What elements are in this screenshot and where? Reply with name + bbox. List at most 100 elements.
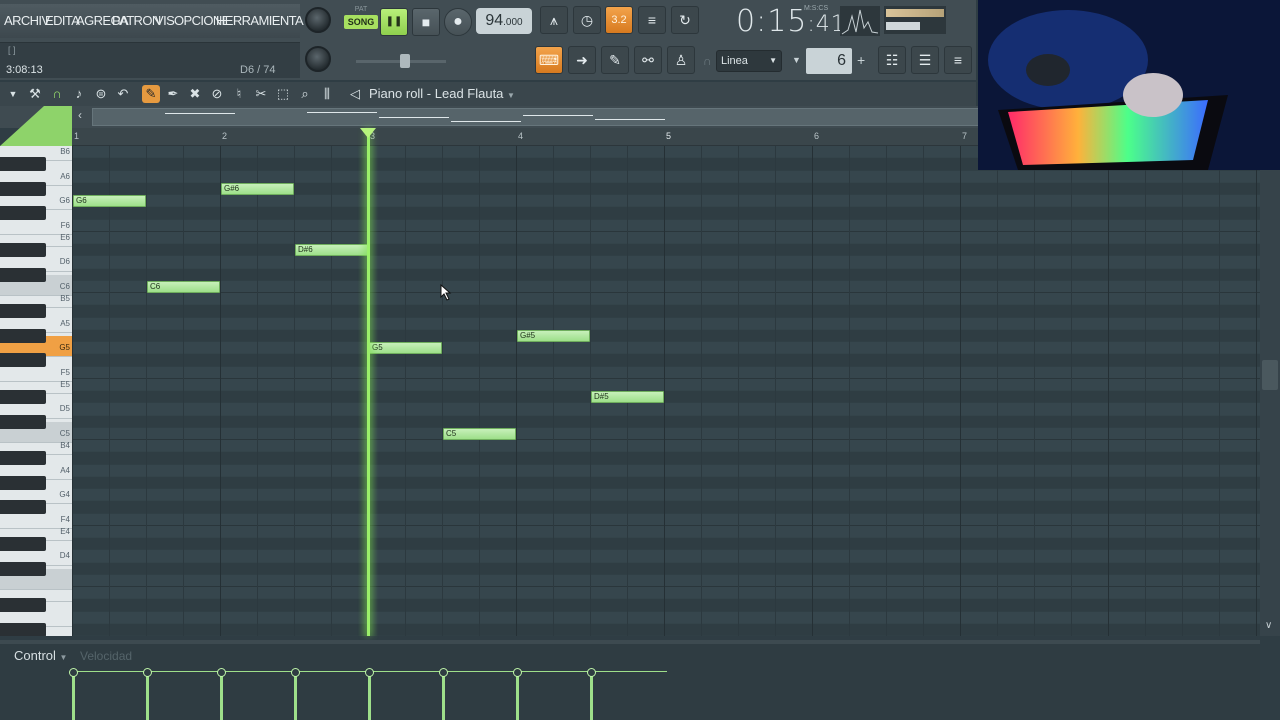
speaker-icon[interactable]: ◁ <box>346 85 364 103</box>
menu-circle-icon[interactable]: ⊜ <box>92 85 110 103</box>
pattern-number-button[interactable]: 3.2 <box>605 6 633 34</box>
playhead-marker[interactable] <box>360 128 376 138</box>
brush-icon[interactable]: ✎ <box>601 46 629 74</box>
velocity-stem[interactable] <box>365 668 374 720</box>
magnet-snap-icon[interactable]: ∩ <box>48 85 66 103</box>
stamp-icon[interactable]: ♙ <box>667 46 695 74</box>
piano-key-as4[interactable] <box>0 451 46 466</box>
piano-key-as6[interactable] <box>0 157 46 172</box>
step-decrease-icon[interactable]: ▼ <box>792 55 801 65</box>
note-gs6[interactable]: G#6 <box>221 182 294 195</box>
piano-keyboard[interactable]: B6 A6 G6 F6 E6 D6 C6 B5 A5 G5 F5 E5 D5 C5 B4 A4 G4 F4 E4 D4 <box>0 146 72 636</box>
control-lane[interactable] <box>0 640 1260 720</box>
playhead[interactable] <box>367 128 370 636</box>
link-icon[interactable]: ⚯ <box>634 46 662 74</box>
wrench-icon[interactable]: ⚒ <box>26 85 44 103</box>
note-gs5[interactable]: G#5 <box>517 329 590 342</box>
velocity-stem[interactable] <box>291 668 300 720</box>
velocity-stem[interactable] <box>587 668 596 720</box>
record-button[interactable]: ● <box>444 8 472 36</box>
piano-roll-title[interactable]: Piano roll - Lead Flauta ▼ <box>369 86 515 101</box>
paint-brush-icon[interactable]: ✒ <box>164 85 182 103</box>
velocity-stem[interactable] <box>439 668 448 720</box>
piano-key-cs5[interactable] <box>0 414 46 429</box>
note-grid[interactable]: G6C6G#6D#6G5C5G#5D#5 <box>72 146 1260 636</box>
keyboard-icon[interactable]: ⌨ <box>535 46 563 74</box>
note-g6[interactable]: G6 <box>73 195 146 207</box>
piano-key-fs4[interactable] <box>0 500 46 515</box>
piano-key-cs6[interactable] <box>0 267 46 282</box>
grid-line <box>1256 146 1257 636</box>
velocity-stem[interactable] <box>513 668 522 720</box>
step-increase-icon[interactable]: + <box>857 52 865 68</box>
piano-key-gs5[interactable] <box>0 328 46 343</box>
step-edit-icon[interactable]: ≡ <box>638 6 666 34</box>
velocity-stem[interactable] <box>69 668 78 720</box>
pat-song-toggle[interactable]: PAT SONG <box>344 6 378 38</box>
note-ds5[interactable]: D#5 <box>591 391 664 403</box>
piano-key-fs6[interactable] <box>0 206 46 221</box>
pitch-slider-handle[interactable] <box>400 54 410 68</box>
piano-key-as3[interactable] <box>0 598 46 613</box>
undo-icon[interactable]: ↶ <box>114 85 132 103</box>
note-g5[interactable]: G5 <box>369 342 442 354</box>
piano-key-gs6[interactable] <box>0 181 46 196</box>
menu-editar[interactable]: EDITA <box>45 13 80 28</box>
zoom-icon[interactable]: ⌕ <box>296 85 314 103</box>
snap-select[interactable]: Linea ▼ <box>716 50 782 72</box>
velocity-stem[interactable] <box>143 668 152 720</box>
mute-tool-icon[interactable]: ⊘ <box>208 85 226 103</box>
pitch-slider[interactable] <box>356 54 446 68</box>
pencil-icon[interactable]: ✎ <box>142 85 160 103</box>
piano-key-cs4[interactable] <box>0 561 46 576</box>
scroll-thumb[interactable] <box>1262 360 1278 390</box>
scroll-left-icon[interactable]: ‹ <box>78 108 82 122</box>
menu-patron[interactable]: PATRON <box>112 13 161 28</box>
menu-herramientas[interactable]: HERRAMIENTA <box>216 13 304 28</box>
tempo-display[interactable]: 94.000 <box>476 8 532 34</box>
speaker-mute-icon[interactable]: ♮ <box>230 85 248 103</box>
playlist-icon[interactable]: ☷ <box>878 46 906 74</box>
key-label: D4 <box>59 551 70 561</box>
metronome-icon[interactable]: ⩚ <box>540 6 568 34</box>
menu-vista[interactable]: VIS <box>155 13 175 28</box>
loop-record-icon[interactable]: ↻ <box>671 6 699 34</box>
overview-scroll-thumb[interactable] <box>92 108 982 126</box>
wait-input-icon[interactable]: ◷ <box>573 6 601 34</box>
velocity-stem[interactable] <box>217 668 226 720</box>
piano-key-ds5[interactable] <box>0 390 46 404</box>
channel-rack-icon[interactable]: ☰ <box>911 46 939 74</box>
scroll-down-icon[interactable]: ∨ <box>1265 620 1272 631</box>
arrow-right-icon[interactable]: ➜ <box>568 46 596 74</box>
options-menu-icon[interactable]: ▼ <box>4 85 22 103</box>
mixer-icon[interactable]: ≡ <box>944 46 972 74</box>
note-c6[interactable]: C6 <box>147 280 220 293</box>
note-icon[interactable]: ♪ <box>70 85 88 103</box>
piano-key-ds6[interactable] <box>0 243 46 257</box>
piano-roll-title-text: Piano roll - Lead Flauta <box>369 86 504 101</box>
playback-icon[interactable]: ⫼ <box>318 85 336 103</box>
time-main: 0:15 <box>736 4 808 39</box>
grid-line <box>1145 146 1146 636</box>
master-pitch-knob[interactable] <box>305 46 331 72</box>
piano-key-fs5[interactable] <box>0 353 46 368</box>
piano-key-as5[interactable] <box>0 304 46 319</box>
grid-line <box>960 146 961 636</box>
delete-tool-icon[interactable]: ✖ <box>186 85 204 103</box>
cpu-meter <box>840 6 880 36</box>
select-icon[interactable]: ⬚ <box>274 85 292 103</box>
piano-key-ds4[interactable] <box>0 537 46 551</box>
menu-archivo[interactable]: ARCHIV <box>4 13 50 28</box>
piano-key-gs3[interactable] <box>0 622 46 636</box>
note-c5[interactable]: C5 <box>443 427 516 440</box>
pause-button[interactable]: ❚❚ <box>380 8 408 36</box>
master-volume-knob[interactable] <box>305 7 331 33</box>
vertical-scrollbar[interactable]: ∨ <box>1260 170 1280 636</box>
piano-key-gs4[interactable] <box>0 475 46 490</box>
step-value[interactable]: 6 <box>806 48 852 74</box>
grid-row <box>72 513 1260 526</box>
slice-icon[interactable]: ✂ <box>252 85 270 103</box>
time-display[interactable]: 0:15:41 <box>736 4 846 39</box>
control-label[interactable]: Control ▼ <box>14 648 67 663</box>
stop-button[interactable]: ■ <box>412 8 440 36</box>
